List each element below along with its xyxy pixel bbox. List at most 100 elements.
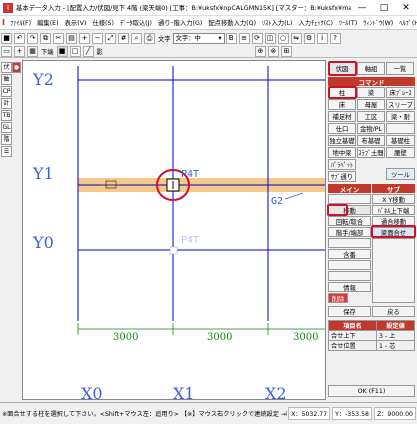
main-move[interactable]: 移動 bbox=[328, 205, 371, 215]
main-blank-0[interactable] bbox=[328, 194, 371, 204]
cmd-footing-column[interactable]: 基礎柱 bbox=[386, 135, 415, 146]
search-icon[interactable]: ⌕ bbox=[131, 32, 142, 44]
menu-edit[interactable]: 編集(E) bbox=[34, 18, 62, 27]
cmd-tools[interactable]: ツール bbox=[386, 168, 415, 180]
main-blank-7[interactable] bbox=[328, 271, 371, 281]
rotate-icon[interactable]: ⟳ bbox=[251, 32, 263, 44]
menu-view[interactable]: 表示(V) bbox=[62, 18, 90, 27]
font-size-select[interactable]: 文字：中 ▾ bbox=[172, 32, 225, 44]
cmd-floor[interactable]: 床 bbox=[328, 99, 356, 110]
cmd-floor-brace[interactable]: 床ﾌﾞﾚｰｽ bbox=[386, 87, 415, 98]
maximize-button[interactable]: □ bbox=[373, 3, 395, 13]
cmd-purlin[interactable]: 母屋 bbox=[357, 99, 385, 110]
main-blank-4[interactable] bbox=[328, 238, 371, 248]
layer-view-icon[interactable]: ▦ bbox=[27, 45, 38, 57]
copy-icon[interactable]: ⧉ bbox=[40, 32, 51, 44]
back-button[interactable]: 戻る bbox=[372, 306, 415, 317]
snap2-icon[interactable]: ⊗ bbox=[267, 45, 279, 57]
menu-window[interactable]: ｳｨﾝﾄﾞｳ(W) bbox=[360, 18, 396, 27]
save-icon[interactable]: ■ bbox=[1, 32, 12, 44]
column-p4t-lower[interactable] bbox=[169, 246, 178, 255]
sub-panel-end[interactable]: ﾊﾟﾈﾙ上下端 bbox=[372, 205, 415, 215]
left-tool-cp[interactable]: CP bbox=[1, 86, 12, 97]
main-end[interactable]: 階手/端部 bbox=[328, 227, 371, 237]
circle-icon[interactable]: ○ bbox=[277, 32, 289, 44]
sub-align-move[interactable]: 通合移動 bbox=[372, 216, 415, 226]
menu-file[interactable]: ﾌｧｲﾙ(F) bbox=[7, 18, 34, 27]
main-info[interactable]: 情報 bbox=[328, 282, 371, 292]
menu-spec[interactable]: 仕様(S) bbox=[89, 18, 117, 27]
property-row[interactable]: 合せ位置 1 - 芯 bbox=[328, 340, 416, 351]
align-icon[interactable]: ≡ bbox=[238, 32, 250, 44]
property-row[interactable]: 合せ上下 3 - 上 bbox=[328, 330, 416, 341]
paste-icon[interactable]: ▤ bbox=[66, 32, 77, 44]
measure-icon[interactable]: ⊞ bbox=[280, 45, 292, 57]
minimize-button[interactable]: — bbox=[351, 3, 373, 13]
sub-beam-face-align[interactable]: 梁面合せ bbox=[372, 227, 415, 237]
cmd-slab[interactable]: ｽﾗﾌﾞ土間 bbox=[357, 147, 385, 158]
cmd-spandrel[interactable]: 腰壁 bbox=[386, 147, 415, 158]
cmd-hardware[interactable]: 金物/PL bbox=[357, 123, 385, 134]
close-button[interactable]: ✕ bbox=[395, 3, 417, 13]
main-number[interactable]: 含番 bbox=[328, 249, 371, 259]
main-blank-6[interactable] bbox=[328, 260, 371, 270]
grid-icon[interactable]: # bbox=[118, 32, 129, 44]
color-icon[interactable]: ■ bbox=[56, 45, 68, 57]
cmd-column[interactable]: 柱 bbox=[328, 87, 356, 98]
menu-point-move[interactable]: 配点移動入力(Q) bbox=[205, 18, 259, 27]
cut-icon[interactable]: ✂ bbox=[53, 32, 64, 44]
cmd-beam[interactable]: 梁 bbox=[357, 87, 385, 98]
cmd-zone[interactable]: 工区 bbox=[357, 111, 385, 122]
cmd-isolated-footing[interactable]: 独立基礎 bbox=[328, 135, 356, 146]
left-tool-plan[interactable]: 伏 bbox=[1, 62, 12, 73]
zoom-in-icon[interactable]: + bbox=[79, 32, 90, 44]
redo-icon[interactable]: ↷ bbox=[27, 32, 38, 44]
tab-list[interactable]: 一覧 bbox=[386, 62, 414, 75]
cmd-parapet[interactable]: ﾊﾟﾗﾍﾟｯﾄ bbox=[328, 159, 356, 170]
undo-icon[interactable]: ↶ bbox=[14, 32, 25, 44]
select-icon[interactable]: ▭ bbox=[1, 45, 12, 57]
fit-icon[interactable]: ⤢ bbox=[105, 32, 116, 44]
left-tool-tb[interactable]: TB bbox=[1, 110, 12, 121]
cmd-blank-1[interactable] bbox=[386, 123, 415, 134]
main-rotate[interactable]: 回転/取合 bbox=[328, 216, 371, 226]
menu-list-input[interactable]: ﾘｽﾄ入力(L) bbox=[259, 18, 295, 27]
main-delete[interactable]: 削除 bbox=[328, 293, 348, 303]
left-tool-floor[interactable]: 階 bbox=[1, 134, 12, 145]
drawing-canvas[interactable]: P4T P4T G2 Y2 Y1 Y0 X0 X1 X2 3000 3000 3… bbox=[22, 60, 326, 400]
ok-button[interactable]: OK (F11) bbox=[328, 385, 415, 397]
cmd-strip-footing[interactable]: 布基礎 bbox=[357, 135, 385, 146]
left-tool-list[interactable]: ☰ bbox=[1, 146, 12, 157]
help-icon[interactable]: ? bbox=[329, 32, 341, 44]
cmd-supplement[interactable]: 補足材 bbox=[328, 111, 356, 122]
zoom-out-icon[interactable]: − bbox=[92, 32, 103, 44]
white-icon[interactable]: □ bbox=[69, 45, 81, 57]
left-tool-gl[interactable]: GL bbox=[1, 122, 12, 133]
menu-import[interactable]: ﾃﾞｰﾀ取込(J) bbox=[117, 18, 155, 27]
cmd-ground-beam[interactable]: 地中梁 bbox=[328, 147, 356, 158]
property-value[interactable]: 1 - 芯 bbox=[375, 340, 416, 351]
settings-icon[interactable]: ⚙ bbox=[303, 32, 315, 44]
menu-check[interactable]: 入力ﾁｪｯｸ(C) bbox=[296, 18, 337, 27]
cmd-sub-grid[interactable]: ｻﾌﾞ通り bbox=[328, 171, 356, 182]
save-button[interactable]: 保存 bbox=[328, 306, 371, 317]
left-tool-red-icon[interactable]: ● bbox=[12, 62, 21, 73]
info-icon[interactable]: i bbox=[316, 32, 328, 44]
snap-icon[interactable]: ⊕ bbox=[254, 45, 266, 57]
sub-xy-move[interactable]: X Y移動 bbox=[372, 194, 415, 204]
cmd-beam-wall[interactable]: 梁・耐 bbox=[386, 111, 415, 122]
left-tool-calc[interactable]: 計 bbox=[1, 98, 12, 109]
line-icon[interactable]: ╱ bbox=[82, 45, 94, 57]
plan-view[interactable]: P4T P4T G2 Y2 Y1 Y0 X0 X1 X2 3000 3000 3… bbox=[23, 61, 326, 400]
menu-grid-floor[interactable]: 通り･階入力(G) bbox=[155, 18, 205, 27]
mirror-icon[interactable]: ⇋ bbox=[290, 32, 302, 44]
cmd-sleeve[interactable]: スリーブ bbox=[386, 99, 415, 110]
tab-plan[interactable]: 伏図 bbox=[328, 62, 356, 75]
print-icon[interactable]: ⎙ bbox=[144, 32, 155, 44]
layer-icon[interactable]: ◫ bbox=[264, 32, 276, 44]
property-value[interactable]: 3 - 上 bbox=[375, 330, 416, 341]
left-tool-axis[interactable]: 軸 bbox=[1, 74, 12, 85]
menu-tools[interactable]: ﾂｰﾙ(T) bbox=[336, 18, 360, 27]
cmd-joint[interactable]: 仕口 bbox=[328, 123, 356, 134]
tab-axis[interactable]: 軸組 bbox=[357, 62, 385, 75]
